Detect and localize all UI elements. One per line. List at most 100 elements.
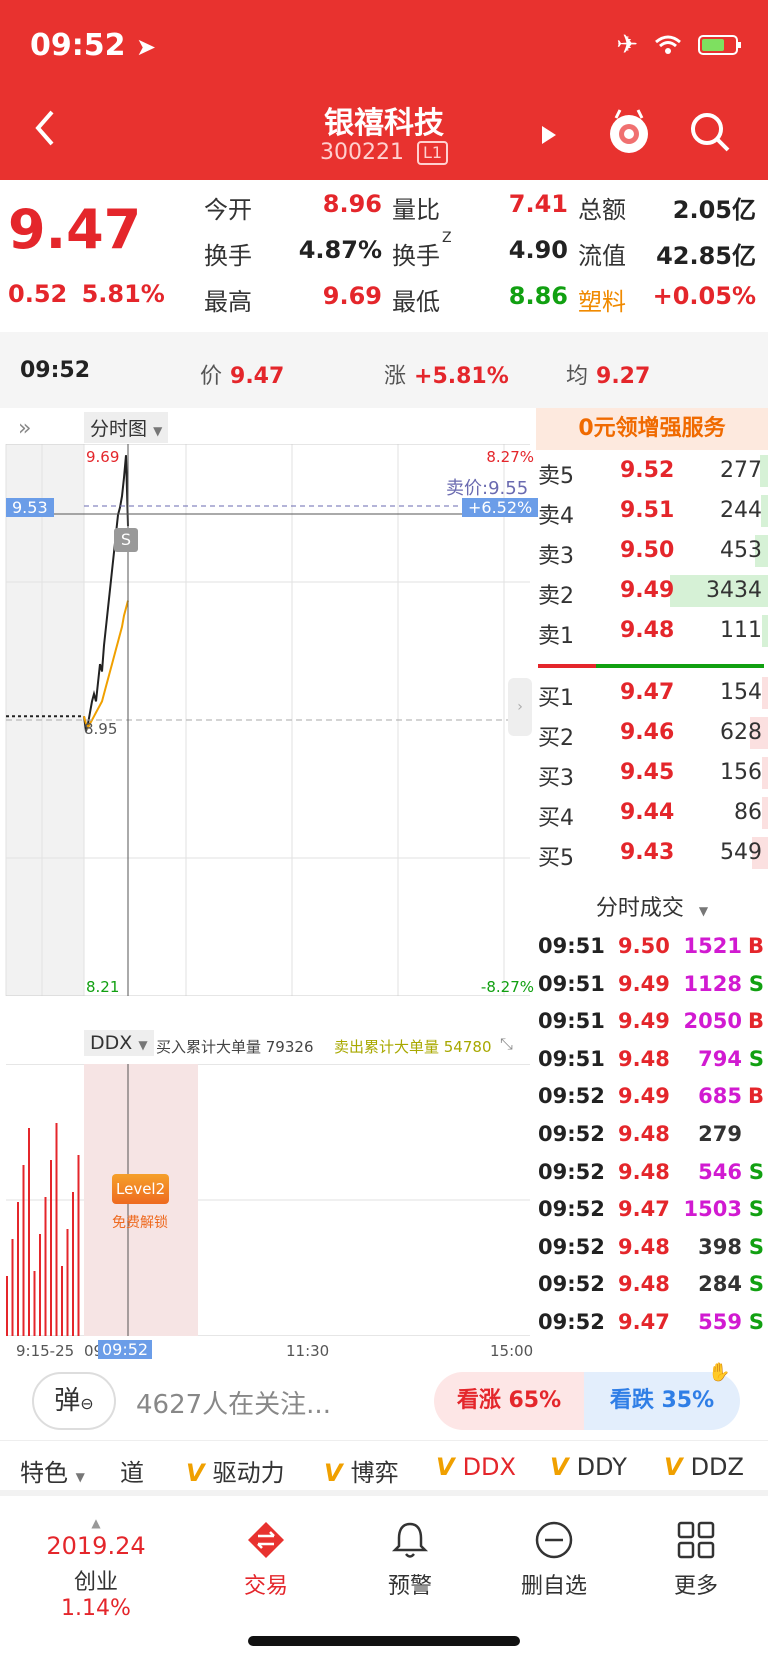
ask-row[interactable]: 卖4 9.51 244 <box>536 490 768 532</box>
sell-marker[interactable]: S <box>114 528 138 552</box>
ask-row[interactable]: 卖1 9.48 111 <box>536 610 768 652</box>
change-pct: 5.81% <box>81 280 165 308</box>
nav-remove-watchlist[interactable]: 删自选 <box>494 1516 614 1600</box>
intraday-price-chart[interactable] <box>0 444 536 996</box>
v-mark: V <box>186 1459 205 1487</box>
info-avg: 均 9.27 <box>566 358 650 390</box>
ddx-dropdown[interactable]: DDX ▼ <box>84 1030 154 1056</box>
ddx-bar <box>6 1276 8 1336</box>
ask-vol: 3434 <box>706 578 762 603</box>
fullscreen-button[interactable]: ⤡ <box>500 1034 513 1054</box>
tick-price: 9.49 <box>618 1009 670 1034</box>
next-stock-button[interactable] <box>540 124 558 150</box>
level2-badge[interactable]: Level2 <box>112 1174 170 1204</box>
tick-time: 09:52 <box>538 1310 605 1334</box>
tab-channel[interactable]: 道 <box>120 1453 144 1488</box>
bid-price: 9.45 <box>620 760 675 785</box>
ask-vol: 244 <box>720 498 762 523</box>
tab-ddz[interactable]: V DDZ <box>664 1453 744 1481</box>
expand-handle[interactable]: › <box>508 678 532 736</box>
expand-button[interactable]: » <box>18 416 31 441</box>
buy-big-volume: 买入累计大单量 79326 <box>156 1038 314 1056</box>
tick-dir: S <box>748 1046 764 1071</box>
tab-driving-force[interactable]: V 驱动力 <box>186 1453 285 1488</box>
ticks-title[interactable]: 分时成交 ▼ <box>536 890 768 922</box>
search-button[interactable] <box>688 110 732 158</box>
nav-alert[interactable]: 预警 <box>350 1516 470 1600</box>
header-bar: 09:52 ➤ ✈ 银禧科技 300221 L1 <box>0 0 768 180</box>
sell-big-volume: 卖出累计大单量 54780 <box>334 1038 492 1056</box>
mascot-button[interactable] <box>604 106 654 160</box>
quote-field-label: 塑料 <box>578 288 626 316</box>
bid-row[interactable]: 买5 9.43 549 <box>536 832 768 874</box>
tick-vol: 279 <box>698 1122 742 1146</box>
bid-vol: 628 <box>720 720 762 745</box>
tick-time: 09:52 <box>538 1084 605 1109</box>
quote-field-label: 流值 <box>578 242 626 270</box>
tab-game[interactable]: V 博弈 <box>324 1453 399 1488</box>
ddx-bar <box>44 1197 47 1336</box>
info-avg-label: 均 <box>566 364 589 389</box>
bid-label: 买5 <box>538 846 574 871</box>
tab-ddy[interactable]: V DDY <box>550 1453 627 1481</box>
bid-price: 9.44 <box>620 800 675 825</box>
ask-row[interactable]: 卖3 9.50 453 <box>536 530 768 572</box>
tick-vol: 1521 <box>683 934 742 958</box>
last-price: 9.47 <box>8 198 142 261</box>
quote-field-label: 总额 <box>578 196 626 224</box>
level2-unlock[interactable]: 免费解锁 <box>112 1212 168 1232</box>
minus-circle-icon <box>535 1521 573 1559</box>
tick-row: 09:51 9.48 794 S <box>536 1041 768 1081</box>
v-mark: V <box>324 1459 343 1487</box>
quote-field-label: 换手 <box>204 242 252 270</box>
ddx-bar <box>72 1192 74 1336</box>
bottom-nav: ▲ 2019.24 创业 1.14% 交易 预警 删自选 更多 <box>0 1502 768 1622</box>
bullish-button[interactable]: 看涨 65% <box>434 1372 584 1430</box>
danmaku-button[interactable]: 弹⊖ <box>32 1372 116 1430</box>
bid-row[interactable]: 买3 9.45 156 <box>536 752 768 794</box>
watchers-count[interactable]: 4627人在关注... <box>136 1384 331 1421</box>
ddx-chart[interactable] <box>0 1064 536 1336</box>
index-name-pct: 创业 1.14% <box>36 1564 156 1621</box>
tick-dir: S <box>748 1197 764 1222</box>
index-pct: 1.14% <box>61 1596 131 1621</box>
tab-special-label: 特色 <box>20 1459 68 1487</box>
ddx-bar <box>17 1202 19 1336</box>
ask-label: 卖2 <box>538 584 574 609</box>
tick-row: 09:52 9.47 559 S <box>536 1304 768 1344</box>
bid-row[interactable]: 买1 9.47 154 <box>536 672 768 714</box>
quote-field-value: 4.90 <box>508 236 568 264</box>
tab-ddx[interactable]: V DDX <box>436 1453 516 1481</box>
index-ticker[interactable]: ▲ 2019.24 创业 1.14% <box>36 1516 156 1621</box>
tick-vol: 1128 <box>683 971 742 996</box>
tick-price: 9.47 <box>618 1310 670 1334</box>
airplane-icon: ✈ <box>616 30 638 60</box>
tick-dir: S <box>748 971 764 996</box>
tick-vol: 2050 <box>683 1009 742 1034</box>
search-icon <box>691 113 730 152</box>
tab-special[interactable]: 特色 ▼ <box>20 1453 85 1488</box>
tick-price: 9.48 <box>618 1272 670 1297</box>
nav-trade[interactable]: 交易 <box>206 1516 326 1600</box>
promo-banner[interactable]: 0元领增强服务 <box>536 408 768 450</box>
ask-row[interactable]: 卖2 9.49 3434 <box>536 570 768 612</box>
bid-row[interactable]: 买4 9.44 86 <box>536 792 768 834</box>
chart-type-dropdown[interactable]: 分时图 ▼ <box>84 412 169 443</box>
tick-vol: 559 <box>698 1310 742 1334</box>
tick-time: 09:51 <box>538 1046 605 1071</box>
tick-row: 09:52 9.47 1503 S <box>536 1191 768 1231</box>
trade-icon <box>248 1522 284 1558</box>
bid-vol: 154 <box>720 680 762 705</box>
tick-time: 09:51 <box>538 934 605 958</box>
ddx-bar <box>66 1229 69 1336</box>
book-divider-red <box>538 664 596 668</box>
bid-row[interactable]: 买2 9.46 628 <box>536 712 768 754</box>
tick-price: 9.47 <box>618 1197 670 1222</box>
ask-row[interactable]: 卖5 9.52 277 <box>536 450 768 492</box>
tick-row: 09:52 9.48 279 <box>536 1116 768 1156</box>
ask-price: 9.48 <box>620 618 675 643</box>
nav-more[interactable]: 更多 <box>636 1516 756 1600</box>
home-indicator[interactable] <box>248 1636 520 1646</box>
tick-time: 09:52 <box>538 1159 605 1184</box>
tick-dir: S <box>748 1159 764 1184</box>
